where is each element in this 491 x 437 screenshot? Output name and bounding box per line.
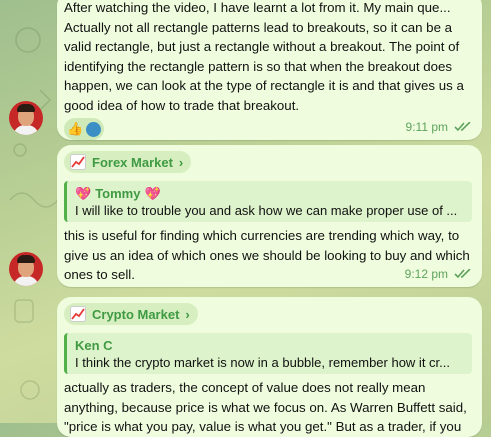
- chart-increasing-icon: [70, 154, 86, 170]
- chevron-right-icon: ›: [178, 154, 184, 170]
- message-meta: 9:12 pm: [405, 267, 472, 281]
- message-time: 9:12 pm: [404, 267, 448, 281]
- message-time: 9:11 pm: [405, 120, 448, 134]
- topic-link-forex[interactable]: Forex Market ›: [64, 151, 192, 173]
- chevron-right-icon: ›: [185, 306, 190, 322]
- heart-icon: 💖: [75, 185, 92, 201]
- reply-author-name: Ken C: [75, 338, 113, 353]
- reply-quote[interactable]: Ken C I think the crypto market is now i…: [64, 333, 472, 374]
- message-cut-line: After watching the video, I have learnt …: [64, 0, 451, 15]
- thumbs-up-icon: 👍: [67, 121, 84, 136]
- message-meta: 9:11 pm: [406, 120, 472, 134]
- sender-avatar[interactable]: [9, 252, 43, 286]
- reply-quote[interactable]: 💖 Tommy 💖 I will like to trouble you and…: [64, 181, 472, 222]
- chart-increasing-icon: [70, 306, 86, 322]
- reply-text: I think the crypto market is now in a bu…: [75, 355, 450, 370]
- reaction-thumbs-up[interactable]: 👍: [64, 118, 104, 140]
- message-text: Actually not all rectangle patterns lead…: [64, 19, 464, 113]
- reactor-avatar: [85, 121, 101, 137]
- message-bubble[interactable]: After watching the video, I have learnt …: [57, 0, 482, 140]
- topic-link-crypto[interactable]: Crypto Market ›: [64, 303, 198, 325]
- double-check-icon: [454, 122, 471, 132]
- heart-icon: 💖: [144, 185, 161, 201]
- reply-author-name: Tommy: [95, 186, 141, 201]
- message-text: actually as traders, the concept of valu…: [64, 380, 467, 434]
- message-bubble[interactable]: Crypto Market › Ken C I think the crypto…: [57, 297, 482, 437]
- message-bubble[interactable]: Forex Market › 💖 Tommy 💖 I will like to …: [57, 145, 482, 287]
- reply-text: I will like to trouble you and ask how w…: [75, 203, 458, 218]
- sender-avatar[interactable]: [9, 101, 43, 135]
- reply-author: 💖 Tommy 💖: [75, 184, 466, 203]
- topic-label: Crypto Market: [92, 306, 180, 322]
- topic-label: Forex Market: [92, 154, 173, 170]
- double-check-icon: [454, 269, 471, 279]
